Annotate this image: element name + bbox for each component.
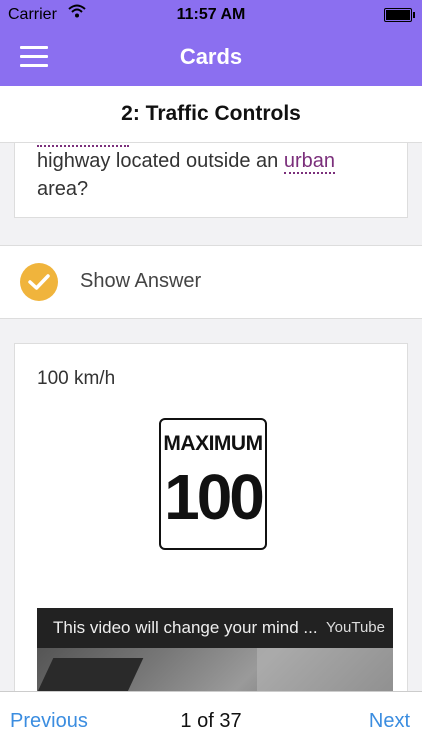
nav-title: Cards [179,44,243,69]
battery-icon [384,8,415,22]
section-title: 2: Traffic Controls [0,86,422,143]
question-text: highway located outside an urban area? [37,147,387,203]
checkmark-icon [20,263,58,301]
next-button[interactable]: Next [369,710,410,733]
question-line1: highway located outside an [37,150,284,172]
question-card: highway located outside an urban area? [14,143,408,218]
nav-bar: Cards [0,30,422,86]
pagination-bar: Previous 1 of 37 Next [0,691,422,751]
sign-number: 100 [164,461,265,533]
show-answer-button[interactable]: Show Answer [0,245,422,319]
video-title: This video will change your mind ... [53,618,318,637]
status-time: 11:57 AM [176,6,246,23]
show-answer-label: Show Answer [80,270,202,292]
glossary-term-link[interactable]: urban [283,150,335,174]
speed-limit-sign-image: MAXIMUM 100 [159,418,267,550]
youtube-logo: YouTube [326,619,385,636]
answer-text: 100 km/h [37,368,116,389]
card-content[interactable]: highway located outside an urban area? S… [0,143,422,691]
video-title-bar: This video will change your mind ... You… [37,608,393,648]
sign-top-text: MAXIMUM [163,432,263,455]
answer-card: 100 km/h MAXIMUM 100 This video will cha… [14,343,408,691]
video-thumbnail [37,648,393,691]
question-line2: area? [37,178,89,200]
status-bar: Carrier 11:57 AM [0,0,422,30]
youtube-video-embed[interactable]: This video will change your mind ... You… [37,608,393,691]
page-indicator: 1 of 37 [180,710,242,732]
